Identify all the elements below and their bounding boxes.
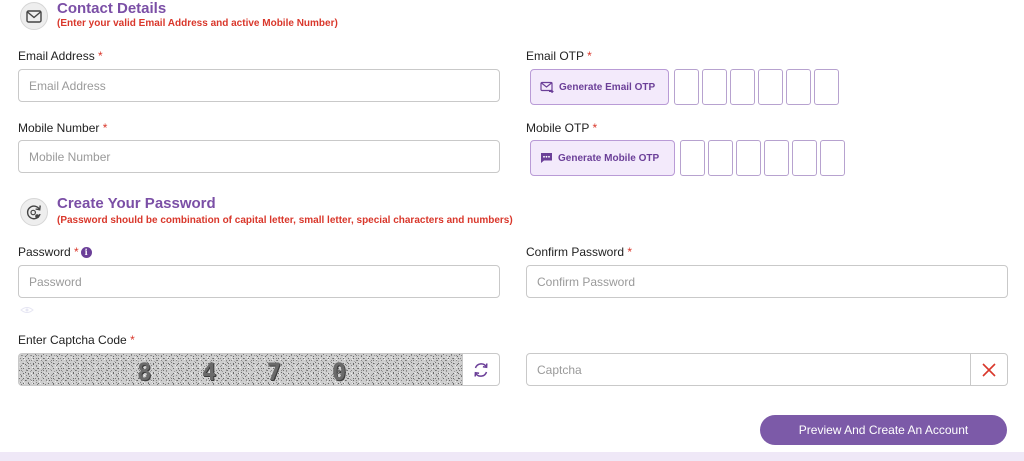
mobile-otp-digit[interactable]: [820, 140, 845, 176]
envelope-section-icon: [20, 2, 48, 30]
confirm-password-input[interactable]: Confirm Password: [526, 265, 1008, 298]
captcha-label-text: Enter Captcha Code: [18, 333, 127, 347]
mobile-input[interactable]: Mobile Number: [18, 140, 500, 173]
email-otp-label: Email OTP *: [526, 49, 592, 63]
required-mark: *: [98, 49, 103, 63]
email-otp-digit[interactable]: [814, 69, 839, 105]
required-mark: *: [102, 121, 108, 135]
generate-email-otp-label: Generate Email OTP: [559, 81, 656, 93]
email-input[interactable]: Email Address: [18, 69, 500, 102]
captcha-code: 8 4 7 0: [137, 358, 365, 386]
mobile-otp-digit[interactable]: [680, 140, 705, 176]
generate-email-otp-button[interactable]: Generate Email OTP: [530, 69, 669, 105]
password-visibility-icon[interactable]: [20, 301, 34, 313]
mobile-otp-digit[interactable]: [792, 140, 817, 176]
generate-mobile-otp-label: Generate Mobile OTP: [558, 152, 660, 164]
mobile-otp-digit[interactable]: [708, 140, 733, 176]
captcha-label: Enter Captcha Code *: [18, 333, 135, 347]
required-mark: *: [587, 49, 592, 63]
email-otp-digit[interactable]: [758, 69, 783, 105]
refresh-icon: [474, 362, 488, 377]
password-section-note: (Password should be combination of capit…: [57, 215, 513, 226]
envelope-send-icon: [540, 81, 554, 93]
email-label-text: Email Address: [18, 49, 95, 63]
chat-bubble-icon: [541, 153, 552, 163]
captcha-input[interactable]: Captcha: [526, 353, 1008, 386]
footer-strip: [0, 452, 1024, 461]
email-otp-digit[interactable]: [730, 69, 755, 105]
confirm-password-label-text: Confirm Password: [526, 245, 625, 259]
contact-section-title: Contact Details: [57, 0, 167, 17]
mobile-otp-boxes: [680, 140, 848, 176]
captcha-clear-button[interactable]: [970, 354, 1007, 385]
mobile-label: Mobile Number *: [18, 121, 107, 135]
password-label: Password * i: [18, 245, 92, 259]
required-mark: *: [74, 245, 79, 259]
preview-create-account-button[interactable]: Preview And Create An Account: [760, 415, 1007, 445]
mobile-label-text: Mobile Number: [18, 121, 100, 135]
password-label-text: Password: [18, 245, 71, 259]
mobile-otp-digit[interactable]: [764, 140, 789, 176]
mobile-otp-label: Mobile OTP *: [526, 121, 597, 135]
mobile-otp-digit[interactable]: [736, 140, 761, 176]
confirm-password-label: Confirm Password *: [526, 245, 632, 259]
lock-reset-section-icon: [20, 198, 48, 226]
email-otp-digit[interactable]: [702, 69, 727, 105]
generate-mobile-otp-button[interactable]: Generate Mobile OTP: [530, 140, 675, 176]
close-icon: [982, 362, 996, 377]
captcha-input-placeholder: Captcha: [537, 362, 582, 377]
info-icon[interactable]: i: [80, 246, 92, 258]
email-otp-boxes: [674, 69, 842, 105]
email-otp-digit[interactable]: [674, 69, 699, 105]
contact-section-note: (Enter your valid Email Address and acti…: [57, 18, 338, 29]
required-mark: *: [592, 121, 598, 135]
mobile-otp-label-text: Mobile OTP: [526, 121, 590, 135]
email-label: Email Address *: [18, 49, 103, 63]
captcha-image: 8 4 7 0: [18, 353, 463, 386]
email-otp-digit[interactable]: [786, 69, 811, 105]
password-input[interactable]: Password: [18, 265, 500, 298]
required-mark: *: [627, 245, 633, 259]
email-otp-label-text: Email OTP: [526, 49, 584, 63]
captcha-refresh-button[interactable]: [463, 353, 500, 386]
password-section-title: Create Your Password: [57, 195, 216, 212]
required-mark: *: [130, 333, 135, 347]
